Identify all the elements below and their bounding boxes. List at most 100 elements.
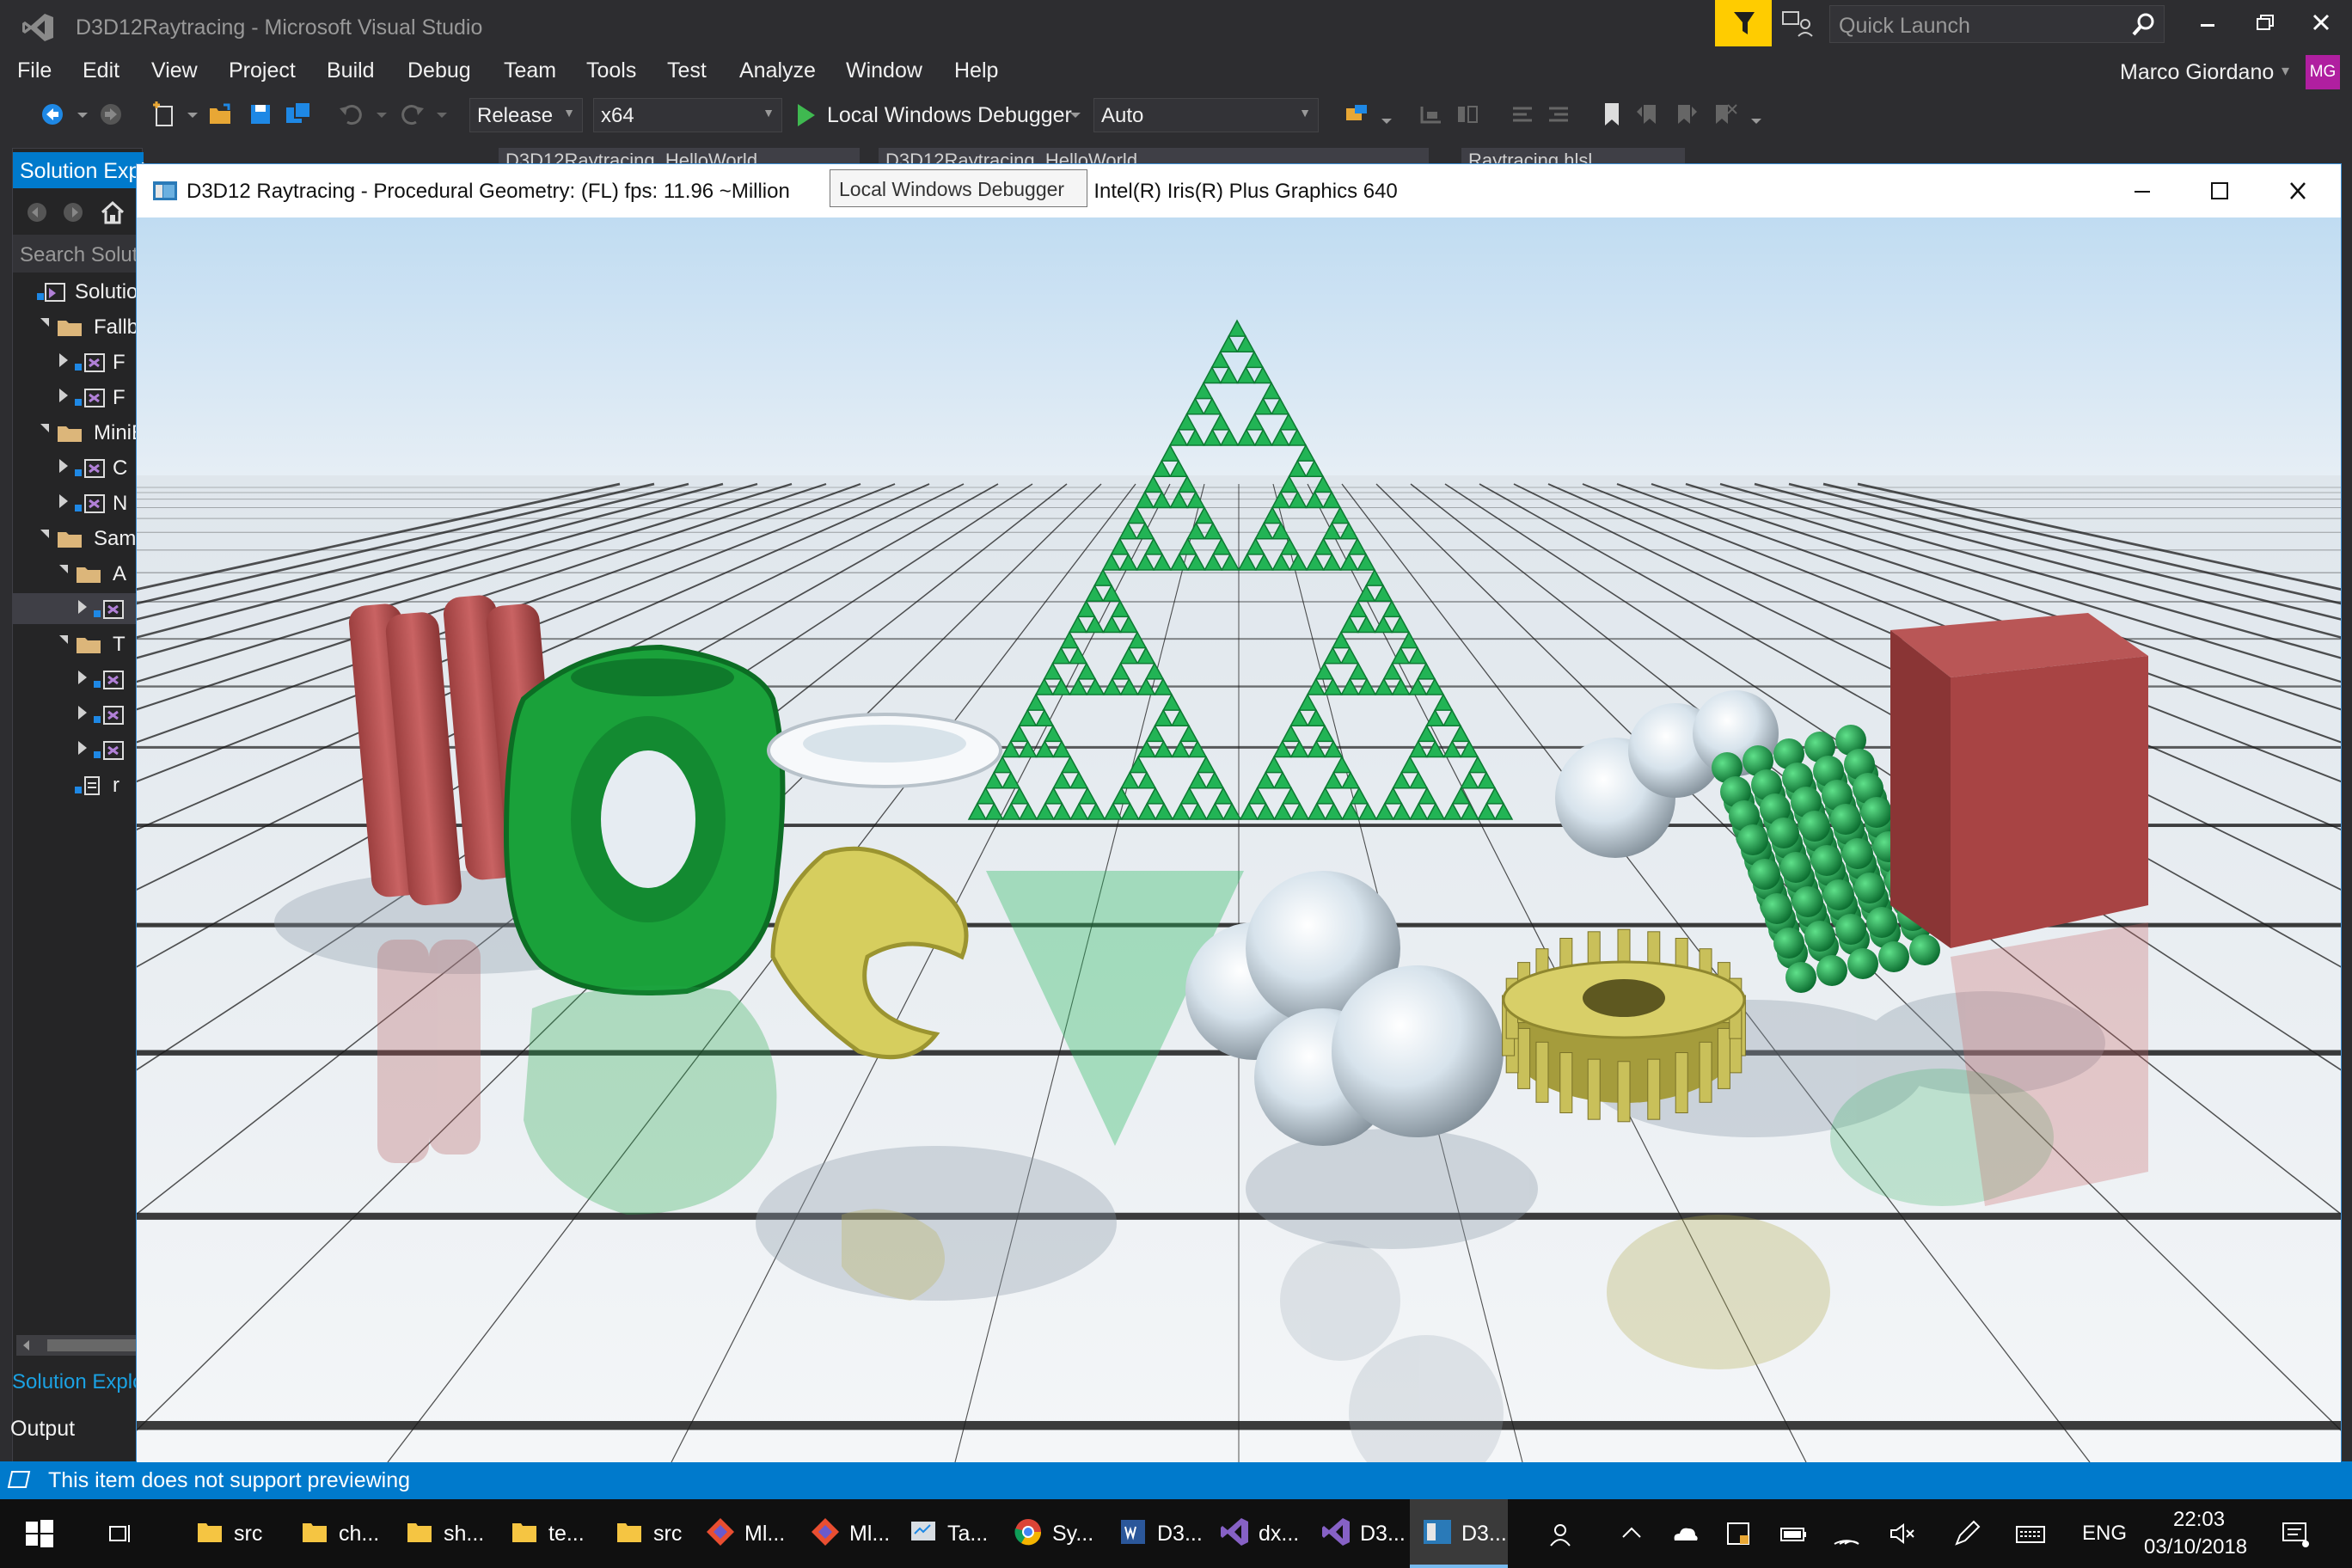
- avatar[interactable]: MG: [2306, 55, 2340, 89]
- new-project-icon[interactable]: [150, 100, 179, 129]
- expanded-arrow-icon[interactable]: [59, 565, 68, 573]
- app-maximize-icon[interactable]: [2193, 175, 2245, 207]
- menu-team[interactable]: Team: [504, 58, 556, 83]
- undo-dropdown-icon[interactable]: [373, 100, 390, 129]
- taskbar-item[interactable]: dx...: [1207, 1499, 1305, 1568]
- start-debugging-button[interactable]: Local Windows Debugger: [791, 98, 1083, 132]
- next-bookmark-icon[interactable]: [1671, 100, 1700, 129]
- clock-time[interactable]: 22:03: [2173, 1508, 2225, 1532]
- taskbar-item[interactable]: src: [182, 1499, 280, 1568]
- people-icon[interactable]: [1547, 1518, 1578, 1549]
- tree-item[interactable]: MiniEngine: [13, 417, 144, 448]
- touch-keyboard-icon[interactable]: [2015, 1518, 2046, 1549]
- menu-file[interactable]: File: [17, 58, 52, 83]
- collapsed-arrow-icon[interactable]: [78, 741, 87, 755]
- menu-analyze[interactable]: Analyze: [739, 58, 816, 83]
- notifications-button[interactable]: [1715, 0, 1772, 46]
- expanded-arrow-icon[interactable]: [40, 530, 49, 538]
- feedback-icon[interactable]: [1779, 7, 1817, 41]
- menu-view[interactable]: View: [151, 58, 198, 83]
- app-minimize-icon[interactable]: [2116, 175, 2167, 207]
- tree-item[interactable]: [13, 664, 144, 695]
- toolbar-overflow-icon[interactable]: [1379, 100, 1394, 129]
- taskbar-item[interactable]: D3...: [1106, 1499, 1204, 1568]
- collapsed-arrow-icon[interactable]: [78, 600, 87, 614]
- run-target-dropdown-icon[interactable]: [1066, 100, 1085, 129]
- d3d12-app-window[interactable]: D3D12 Raytracing - Procedural Geometry: …: [136, 163, 2342, 1462]
- undo-icon[interactable]: [337, 100, 366, 129]
- tree-item[interactable]: Samples: [13, 523, 144, 554]
- menu-edit[interactable]: Edit: [83, 58, 119, 83]
- security-icon[interactable]: [1723, 1518, 1754, 1549]
- forward-icon[interactable]: [61, 200, 85, 224]
- new-dropdown-icon[interactable]: [184, 100, 201, 129]
- output-panel-label[interactable]: Output: [10, 1417, 75, 1442]
- scroll-left-icon[interactable]: [20, 1338, 34, 1352]
- restore-icon[interactable]: [2239, 5, 2290, 43]
- menu-tools[interactable]: Tools: [586, 58, 636, 83]
- tree-item[interactable]: F: [13, 382, 144, 413]
- tree-item[interactable]: [13, 593, 144, 624]
- taskbar-item[interactable]: D3...: [1308, 1499, 1406, 1568]
- tree-item[interactable]: r: [13, 769, 144, 800]
- back-dropdown-icon[interactable]: [74, 100, 91, 129]
- task-view-icon[interactable]: [105, 1518, 136, 1549]
- collapsed-arrow-icon[interactable]: [59, 494, 68, 508]
- solution-platform-select[interactable]: x64 ▼: [593, 98, 782, 132]
- navigate-forward-icon[interactable]: [96, 100, 126, 129]
- tree-item[interactable]: A: [13, 558, 144, 589]
- comment-out-icon[interactable]: [1508, 100, 1537, 129]
- menu-test[interactable]: Test: [667, 58, 707, 83]
- app-title-bar[interactable]: D3D12 Raytracing - Procedural Geometry: …: [137, 164, 2341, 217]
- step-into-icon[interactable]: [1417, 100, 1446, 129]
- tree-item[interactable]: C: [13, 452, 144, 483]
- collapsed-arrow-icon[interactable]: [59, 389, 68, 402]
- menu-build[interactable]: Build: [327, 58, 375, 83]
- minimize-icon[interactable]: [2182, 5, 2233, 43]
- tree-item[interactable]: Fallback: [13, 311, 144, 342]
- collapsed-arrow-icon[interactable]: [78, 706, 87, 720]
- previous-bookmark-icon[interactable]: [1633, 100, 1663, 129]
- navigate-back-icon[interactable]: [38, 100, 67, 129]
- volume-muted-icon[interactable]: [1888, 1518, 1919, 1549]
- taskbar-item[interactable]: Ml...: [798, 1499, 896, 1568]
- tree-item[interactable]: [13, 699, 144, 730]
- onedrive-icon[interactable]: [1669, 1518, 1700, 1549]
- taskbar-item[interactable]: te...: [497, 1499, 595, 1568]
- app-close-icon[interactable]: [2272, 175, 2324, 207]
- taskbar-item[interactable]: ch...: [287, 1499, 385, 1568]
- save-all-icon[interactable]: [284, 100, 313, 129]
- back-icon[interactable]: [25, 200, 49, 224]
- expanded-arrow-icon[interactable]: [59, 635, 68, 644]
- open-file-icon[interactable]: [206, 100, 236, 129]
- taskbar-item[interactable]: Ml...: [693, 1499, 791, 1568]
- scrollbar-thumb[interactable]: [47, 1339, 137, 1351]
- bookmark-icon[interactable]: [1597, 100, 1626, 129]
- taskbar-item[interactable]: Sy...: [1001, 1499, 1099, 1568]
- raytraced-scene-viewport[interactable]: [137, 217, 2341, 1462]
- user-name[interactable]: Marco Giordano: [2120, 60, 2274, 85]
- redo-dropdown-icon[interactable]: [433, 100, 450, 129]
- tree-item[interactable]: N: [13, 487, 144, 518]
- save-icon[interactable]: [246, 100, 275, 129]
- collapsed-arrow-icon[interactable]: [78, 671, 87, 684]
- menu-help[interactable]: Help: [954, 58, 998, 83]
- tree-item[interactable]: [13, 734, 144, 765]
- menu-window[interactable]: Window: [846, 58, 922, 83]
- battery-icon[interactable]: [1778, 1518, 1809, 1549]
- tree-item[interactable]: F: [13, 346, 144, 377]
- user-chevron-icon[interactable]: ▾: [2282, 62, 2289, 80]
- tab-solution-explorer[interactable]: Solution Explorer: [12, 1370, 143, 1401]
- solution-explorer-header[interactable]: Solution Explorer: [13, 152, 183, 188]
- language-indicator[interactable]: ENG: [2082, 1522, 2127, 1546]
- taskbar-item[interactable]: Ta...: [896, 1499, 994, 1568]
- solution-configuration-select[interactable]: Release ▼: [469, 98, 583, 132]
- windows-start-icon[interactable]: [24, 1518, 55, 1549]
- show-hidden-icons-icon[interactable]: [1616, 1518, 1647, 1549]
- action-center-icon[interactable]: [2280, 1518, 2311, 1549]
- tree-item[interactable]: Solution: [13, 276, 144, 307]
- collapsed-arrow-icon[interactable]: [59, 353, 68, 367]
- collapsed-arrow-icon[interactable]: [59, 459, 68, 473]
- pen-icon[interactable]: [1951, 1518, 1982, 1549]
- close-icon[interactable]: [2295, 5, 2347, 43]
